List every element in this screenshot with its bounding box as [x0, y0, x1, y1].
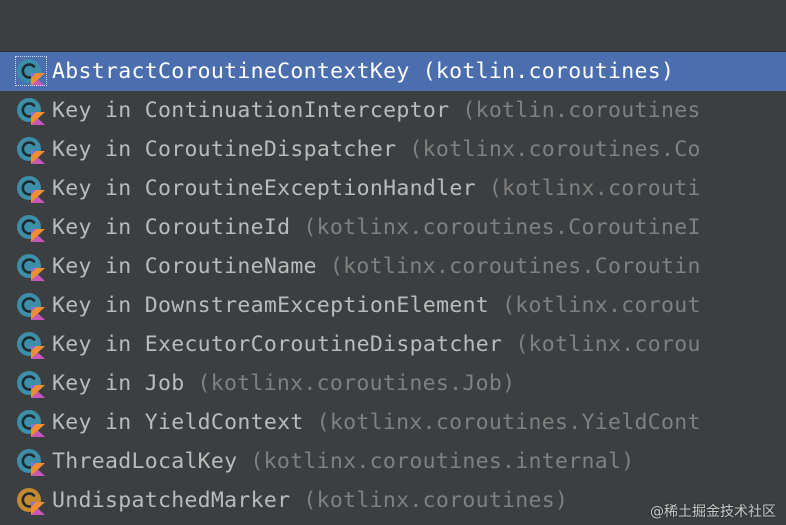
completion-item[interactable]: Key in CoroutineExceptionHandler (kotlin…: [0, 169, 786, 208]
watermark: @稀土掘金技术社区: [650, 504, 776, 520]
editor-area: [0, 0, 786, 52]
kotlin-object-icon: [15, 486, 49, 516]
completion-item[interactable]: Key in CoroutineName (kotlinx.coroutines…: [0, 247, 786, 286]
completion-item-package: (kotlinx.coroutines.internal): [250, 449, 635, 474]
completion-item[interactable]: AbstractCoroutineContextKey (kotlin.coro…: [0, 52, 786, 91]
kotlin-class-icon: [15, 369, 49, 399]
completion-item-name: Key in YieldContext: [52, 410, 304, 435]
kotlin-class-icon: [15, 291, 49, 321]
kotlin-class-icon: [15, 174, 49, 204]
completion-item-package: (kotlin.coroutines): [422, 59, 675, 84]
completion-item[interactable]: Key in Job (kotlinx.coroutines.Job): [0, 364, 786, 403]
completion-item[interactable]: Key in ContinuationInterceptor (kotlin.c…: [0, 91, 786, 130]
kotlin-class-icon: [15, 330, 49, 360]
kotlin-class-icon: [15, 57, 49, 87]
kotlin-class-icon: [15, 252, 49, 282]
completion-popup-window: AbstractCoroutineContextKey (kotlin.coro…: [0, 0, 786, 525]
completion-item-name: UndispatchedMarker: [52, 488, 291, 513]
completion-item-name: Key in CoroutineName: [52, 254, 317, 279]
completion-item[interactable]: Key in ExecutorCoroutineDispatcher (kotl…: [0, 325, 786, 364]
completion-item-package: (kotlin.coroutines: [462, 98, 701, 123]
kotlin-class-icon: [15, 96, 49, 126]
completion-item-package: (kotlinx.coroutines.Job): [197, 371, 516, 396]
completion-item-name: AbstractCoroutineContextKey: [52, 59, 410, 84]
completion-item-package: (kotlinx.coroutines.YieldCont: [316, 410, 701, 435]
completion-item-package: (kotlinx.coroutines.Coroutin: [329, 254, 701, 279]
kotlin-class-icon: [15, 213, 49, 243]
completion-item[interactable]: Key in CoroutineDispatcher (kotlinx.coro…: [0, 130, 786, 169]
completion-item[interactable]: Key in CoroutineId (kotlinx.coroutines.C…: [0, 208, 786, 247]
completion-item-name: Key in ExecutorCoroutineDispatcher: [52, 332, 503, 357]
completion-list[interactable]: AbstractCoroutineContextKey (kotlin.coro…: [0, 52, 786, 525]
completion-item-name: ThreadLocalKey: [52, 449, 238, 474]
completion-item-name: Key in CoroutineDispatcher: [52, 137, 397, 162]
kotlin-class-icon: [15, 408, 49, 438]
completion-item-name: Key in DownstreamExceptionElement: [52, 293, 490, 318]
completion-item[interactable]: Key in YieldContext (kotlinx.coroutines.…: [0, 403, 786, 442]
completion-item-name: Key in CoroutineExceptionHandler: [52, 176, 476, 201]
completion-item-package: (kotlinx.corout: [502, 293, 701, 318]
completion-item-name: Key in Job: [52, 371, 185, 396]
completion-item-name: Key in CoroutineId: [52, 215, 291, 240]
completion-item-package: (kotlinx.coroutines): [303, 488, 569, 513]
completion-item[interactable]: ThreadLocalKey (kotlinx.coroutines.inter…: [0, 442, 786, 481]
completion-item-name: Key in ContinuationInterceptor: [52, 98, 450, 123]
completion-item-package: (kotlinx.coroutines.CoroutineI: [303, 215, 701, 240]
kotlin-class-icon: [15, 447, 49, 477]
completion-item-package: (kotlinx.corouti: [488, 176, 701, 201]
completion-item-package: (kotlinx.coroutines.Co: [409, 137, 701, 162]
completion-item-package: (kotlinx.corou: [515, 332, 701, 357]
kotlin-class-icon: [15, 135, 49, 165]
completion-item[interactable]: Key in DownstreamExceptionElement (kotli…: [0, 286, 786, 325]
